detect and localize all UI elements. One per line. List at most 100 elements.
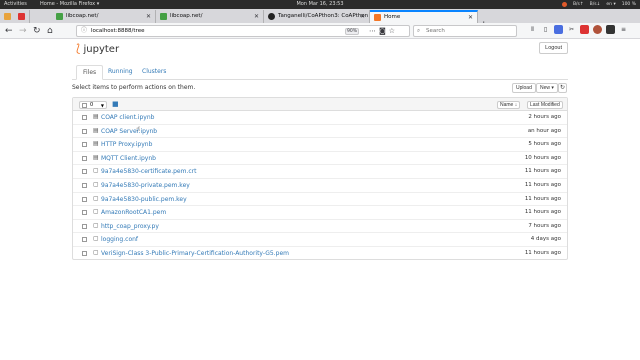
row-checkbox[interactable]: [82, 128, 87, 134]
page-actions[interactable]: ⋯◙☆: [369, 26, 398, 36]
list-item[interactable]: ▢ VeriSign-Class 3-Public-Primary-Certifi…: [73, 247, 567, 261]
notebook-icon: ▤: [93, 140, 99, 148]
tab-libcoap-2[interactable]: libcoap.net/ ✕: [156, 10, 264, 23]
tab-clusters[interactable]: Clusters: [136, 65, 172, 80]
file-name-link[interactable]: 9a7a4e5830-public.pem.key: [101, 196, 187, 203]
row-checkbox[interactable]: [82, 169, 87, 175]
file-name-link[interactable]: COAP client.ipynb: [101, 114, 154, 121]
forward-icon[interactable]: →: [19, 25, 27, 37]
list-item[interactable]: ▢ 9a7a4e5830-certificate.pem.crt 11 hours …: [73, 165, 567, 179]
list-item[interactable]: ▤ COAP client.ipynb 2 hours ago: [73, 111, 567, 125]
system-tray[interactable]: B/s↑ B/s↓ en ▾ 100 %: [561, 0, 636, 9]
file-name-link[interactable]: VeriSign-Class 3-Public-Primary-Certific…: [101, 250, 289, 257]
select-all-dropdown[interactable]: 0 ▼: [79, 101, 107, 109]
notification-icon[interactable]: [561, 2, 567, 7]
navigation-bar: ← → ↻ ⌂ ⓘ localhost:8888/tree 90% ⋯◙☆ ⌕ …: [0, 23, 640, 39]
reload-icon[interactable]: ↻: [33, 25, 41, 37]
list-item[interactable]: ▤ COAP Server.ipynb an hour ago: [73, 125, 567, 139]
list-item[interactable]: ▢ 9a7a4e5830-public.pem.key 11 hours ago: [73, 193, 567, 207]
close-icon[interactable]: ✕: [254, 10, 259, 23]
file-icon: ▢: [93, 208, 99, 216]
file-name-link[interactable]: AmazonRootCA1.pem: [101, 209, 166, 216]
jupyter-header: ⟅ jupyter Logout: [72, 39, 568, 61]
row-checkbox[interactable]: [82, 155, 87, 161]
new-button[interactable]: New ▾: [536, 83, 558, 93]
search-input[interactable]: ⌕ Search: [413, 25, 517, 37]
tab-pinned[interactable]: [0, 10, 30, 23]
jupyter-logo[interactable]: ⟅ jupyter: [76, 42, 119, 55]
row-checkbox[interactable]: [82, 182, 87, 188]
download-rate: B/s↓: [589, 2, 601, 7]
close-icon[interactable]: ✕: [468, 12, 473, 23]
upload-button[interactable]: Upload: [512, 83, 536, 93]
list-item[interactable]: ▤ MQTT Client.ipynb 10 hours ago: [73, 152, 567, 166]
select-all-checkbox[interactable]: [82, 103, 87, 108]
back-icon[interactable]: ←: [5, 25, 13, 37]
refresh-icon: ↻: [559, 85, 566, 91]
favicon-icon: [160, 13, 167, 20]
file-name-link[interactable]: http_coap_proxy.py: [101, 223, 159, 230]
refresh-button[interactable]: ↻: [558, 83, 567, 93]
search-icon: ⌕: [417, 28, 421, 34]
row-checkbox[interactable]: [82, 142, 87, 148]
list-item[interactable]: ▢ logging.conf 4 days ago: [73, 233, 567, 247]
extension-red-icon[interactable]: [580, 25, 589, 34]
clock[interactable]: Mon Mar 16, 23:53: [0, 0, 640, 9]
library-icon[interactable]: ⫴: [528, 25, 537, 34]
jupyter-logo-icon: ⟅: [76, 42, 81, 55]
pocket-icon[interactable]: ◙: [379, 27, 389, 35]
file-name-link[interactable]: MQTT Client.ipynb: [101, 155, 156, 162]
row-checkbox[interactable]: [82, 237, 87, 243]
close-icon[interactable]: ✕: [146, 10, 151, 23]
tab-libcoap-1[interactable]: libcoap.net/ ✕: [52, 10, 156, 23]
tab-home[interactable]: Home ✕: [370, 10, 478, 23]
home-icon[interactable]: ⌂: [47, 25, 53, 37]
file-name-link[interactable]: 9a7a4e5830-private.pem.key: [101, 182, 190, 189]
row-checkbox[interactable]: [82, 223, 87, 229]
list-item[interactable]: ▢ http_coap_proxy.py 7 hours ago: [73, 220, 567, 234]
tab-label: Home: [384, 14, 401, 20]
url-text[interactable]: localhost:8888/tree: [91, 28, 144, 34]
extension-icon[interactable]: [554, 25, 563, 34]
info-icon[interactable]: ⓘ: [81, 26, 87, 36]
file-name-link[interactable]: 9a7a4e5830-certificate.pem.crt: [101, 168, 196, 175]
tab-strip: libcoap.net/ ✕ libcoap.net/ ✕ Tanganelli…: [0, 9, 640, 30]
file-modified: 11 hours ago: [524, 249, 561, 256]
file-name-link[interactable]: logging.conf: [101, 236, 138, 243]
chevron-down-icon[interactable]: ▼: [101, 102, 104, 109]
avatar[interactable]: [593, 25, 602, 34]
row-checkbox[interactable]: [82, 210, 87, 216]
tab-label: Tanganelli/CoAPthon3: CoAPthon: [278, 13, 369, 19]
close-icon[interactable]: ✕: [360, 10, 365, 23]
file-name-link[interactable]: HTTP Proxy.ipynb: [101, 141, 152, 148]
sidebar-icon[interactable]: ▯: [541, 25, 550, 34]
battery-indicator[interactable]: 100 %: [622, 0, 636, 9]
screenshot-icon[interactable]: ✂: [567, 25, 576, 34]
row-checkbox[interactable]: [82, 196, 87, 202]
list-item[interactable]: ▢ AmazonRootCA1.pem 11 hours ago: [73, 206, 567, 220]
sort-by-name-button[interactable]: Name ↓: [497, 101, 521, 109]
tab-files[interactable]: Files: [76, 65, 104, 80]
menu-icon[interactable]: ≡: [619, 25, 628, 34]
page-actions-icon[interactable]: ⋯: [369, 27, 379, 35]
file-name-link[interactable]: COAP Server.ipynb: [101, 128, 157, 135]
extension-dark-icon[interactable]: [606, 25, 615, 34]
tab-running[interactable]: Running: [102, 65, 139, 80]
row-checkbox[interactable]: [82, 115, 87, 120]
file-modified: 10 hours ago: [524, 154, 561, 161]
language-indicator[interactable]: en ▾: [606, 0, 615, 9]
flag-icon: [18, 13, 25, 20]
logout-button[interactable]: Logout: [539, 42, 568, 54]
logo-text: jupyter: [83, 44, 120, 55]
folder-icon[interactable]: ■: [112, 100, 119, 108]
zoom-indicator[interactable]: 90%: [345, 28, 359, 35]
file-modified: 2 hours ago: [528, 114, 561, 120]
tab-github[interactable]: Tanganelli/CoAPthon3: CoAPthon ✕: [264, 10, 370, 23]
sort-by-modified-button[interactable]: Last Modified: [527, 101, 563, 109]
row-checkbox[interactable]: [82, 250, 87, 256]
bookmark-star-icon[interactable]: ☆: [389, 27, 398, 35]
list-item[interactable]: ▤ HTTP Proxy.ipynb 5 hours ago: [73, 138, 567, 152]
url-bar[interactable]: ⓘ localhost:8888/tree 90% ⋯◙☆: [76, 25, 410, 37]
list-item[interactable]: ▢ 9a7a4e5830-private.pem.key 11 hours ago: [73, 179, 567, 193]
notebook-icon: ▤: [93, 153, 99, 161]
